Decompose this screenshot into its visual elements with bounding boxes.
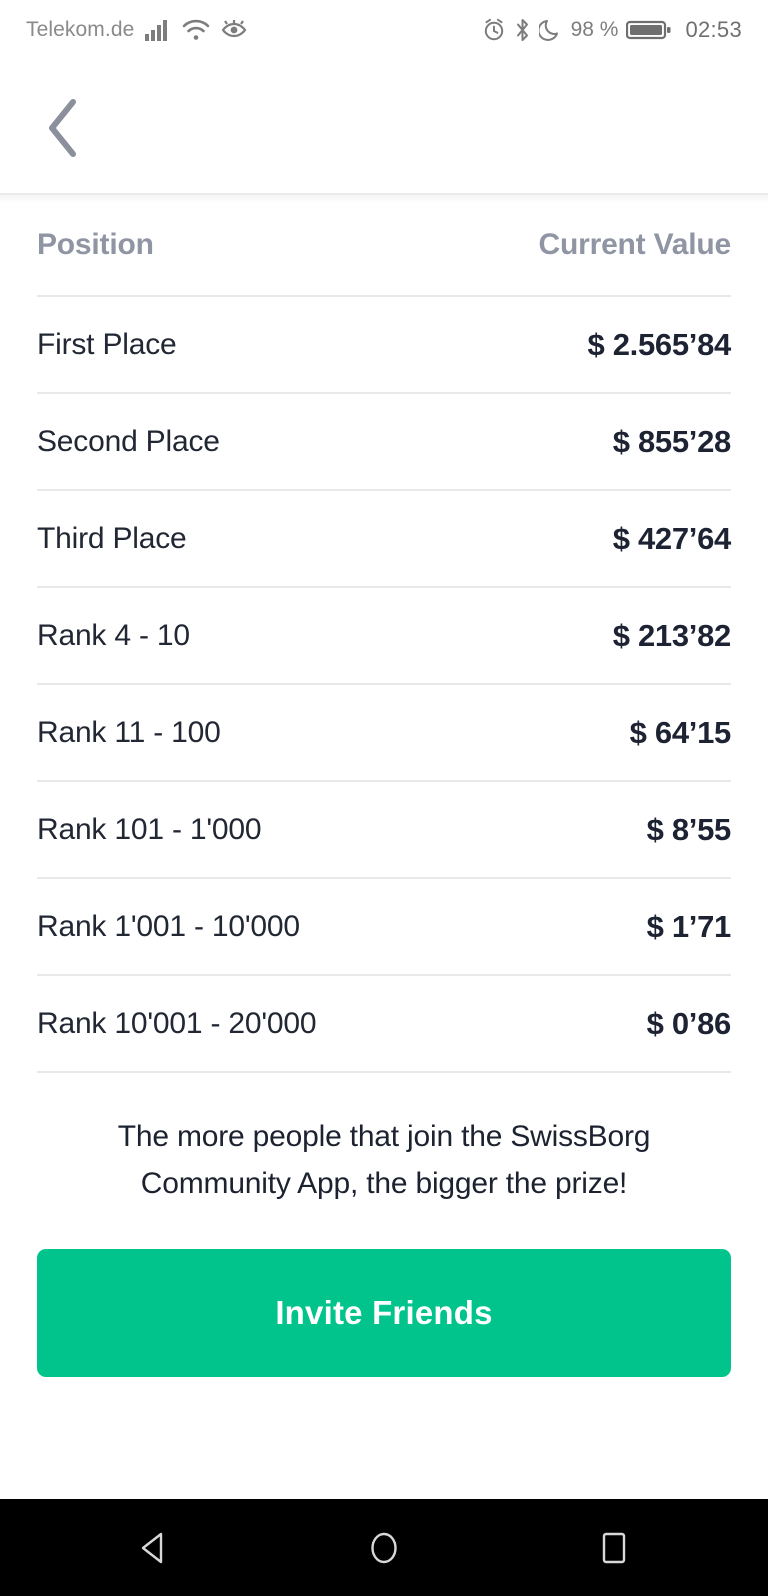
row-value-label: $ 855’28: [612, 423, 732, 459]
row-value-label: $ 64’15: [629, 714, 732, 750]
cta-section: Invite Friends: [0, 1207, 768, 1377]
app-screen: Telekom.de 98 % 02:53 Position Current V…: [0, 0, 768, 1596]
app-bar-shadow: [0, 195, 768, 203]
eye-comfort-icon: [221, 19, 247, 41]
table-row: Second Place $ 855’28: [37, 394, 731, 489]
alarm-icon: [482, 18, 506, 42]
nav-home-icon: [365, 1529, 403, 1567]
table-row: Rank 11 - 100 $ 64’15: [37, 685, 731, 780]
battery-percent-label: 98 %: [570, 18, 619, 41]
table-header-row: Position Current Value: [37, 195, 731, 295]
chevron-left-icon: [43, 96, 85, 160]
row-position-label: Rank 4 - 10: [37, 618, 190, 652]
row-value-label: $ 427’64: [612, 520, 732, 556]
nav-recents-button[interactable]: [569, 1503, 659, 1593]
row-position-label: First Place: [37, 327, 177, 361]
table-row: Rank 10'001 - 20'000 $ 0’86: [37, 976, 731, 1071]
table-row: Third Place $ 427’64: [37, 491, 731, 586]
table-row: Rank 101 - 1'000 $ 8’55: [37, 782, 731, 877]
row-position-label: Second Place: [37, 424, 220, 458]
signal-bars-icon: [145, 19, 171, 41]
column-header-position: Position: [37, 228, 154, 261]
table-row: Rank 4 - 10 $ 213’82: [37, 588, 731, 683]
status-bar-right: 98 % 02:53: [482, 17, 742, 43]
row-value-label: $ 2.565’84: [587, 326, 731, 362]
row-position-label: Rank 10'001 - 20'000: [37, 1006, 317, 1040]
table-row: Rank 1'001 - 10'000 $ 1’71: [37, 879, 731, 974]
column-header-current-value: Current Value: [538, 228, 732, 261]
android-navigation-bar: [0, 1499, 768, 1596]
nav-back-button[interactable]: [109, 1503, 199, 1593]
status-bar: Telekom.de 98 % 02:53: [0, 0, 768, 60]
back-button[interactable]: [16, 80, 112, 176]
bluetooth-icon: [514, 18, 531, 42]
battery-icon: [626, 18, 672, 42]
carrier-label: Telekom.de: [26, 18, 135, 41]
prize-table-section: Position Current Value First Place $ 2.5…: [0, 195, 768, 1073]
row-value-label: $ 213’82: [612, 617, 732, 653]
invite-friends-button[interactable]: Invite Friends: [37, 1249, 731, 1377]
row-position-label: Rank 101 - 1'000: [37, 812, 262, 846]
row-position-label: Third Place: [37, 521, 187, 555]
row-value-label: $ 8’55: [646, 811, 732, 847]
status-bar-left: Telekom.de: [26, 18, 247, 42]
do-not-disturb-moon-icon: [538, 18, 561, 42]
table-row: First Place $ 2.565’84: [37, 297, 731, 392]
nav-home-button[interactable]: [339, 1503, 429, 1593]
row-value-label: $ 0’86: [646, 1005, 732, 1041]
app-bar: [0, 60, 768, 203]
row-position-label: Rank 1'001 - 10'000: [37, 909, 300, 943]
nav-recents-icon: [595, 1529, 633, 1567]
promo-text: The more people that join the SwissBorg …: [117, 1120, 651, 1200]
nav-back-icon: [135, 1529, 173, 1567]
row-value-label: $ 1’71: [646, 908, 732, 944]
clock-label: 02:53: [685, 17, 742, 42]
row-position-label: Rank 11 - 100: [37, 715, 221, 749]
wifi-icon: [182, 19, 210, 41]
